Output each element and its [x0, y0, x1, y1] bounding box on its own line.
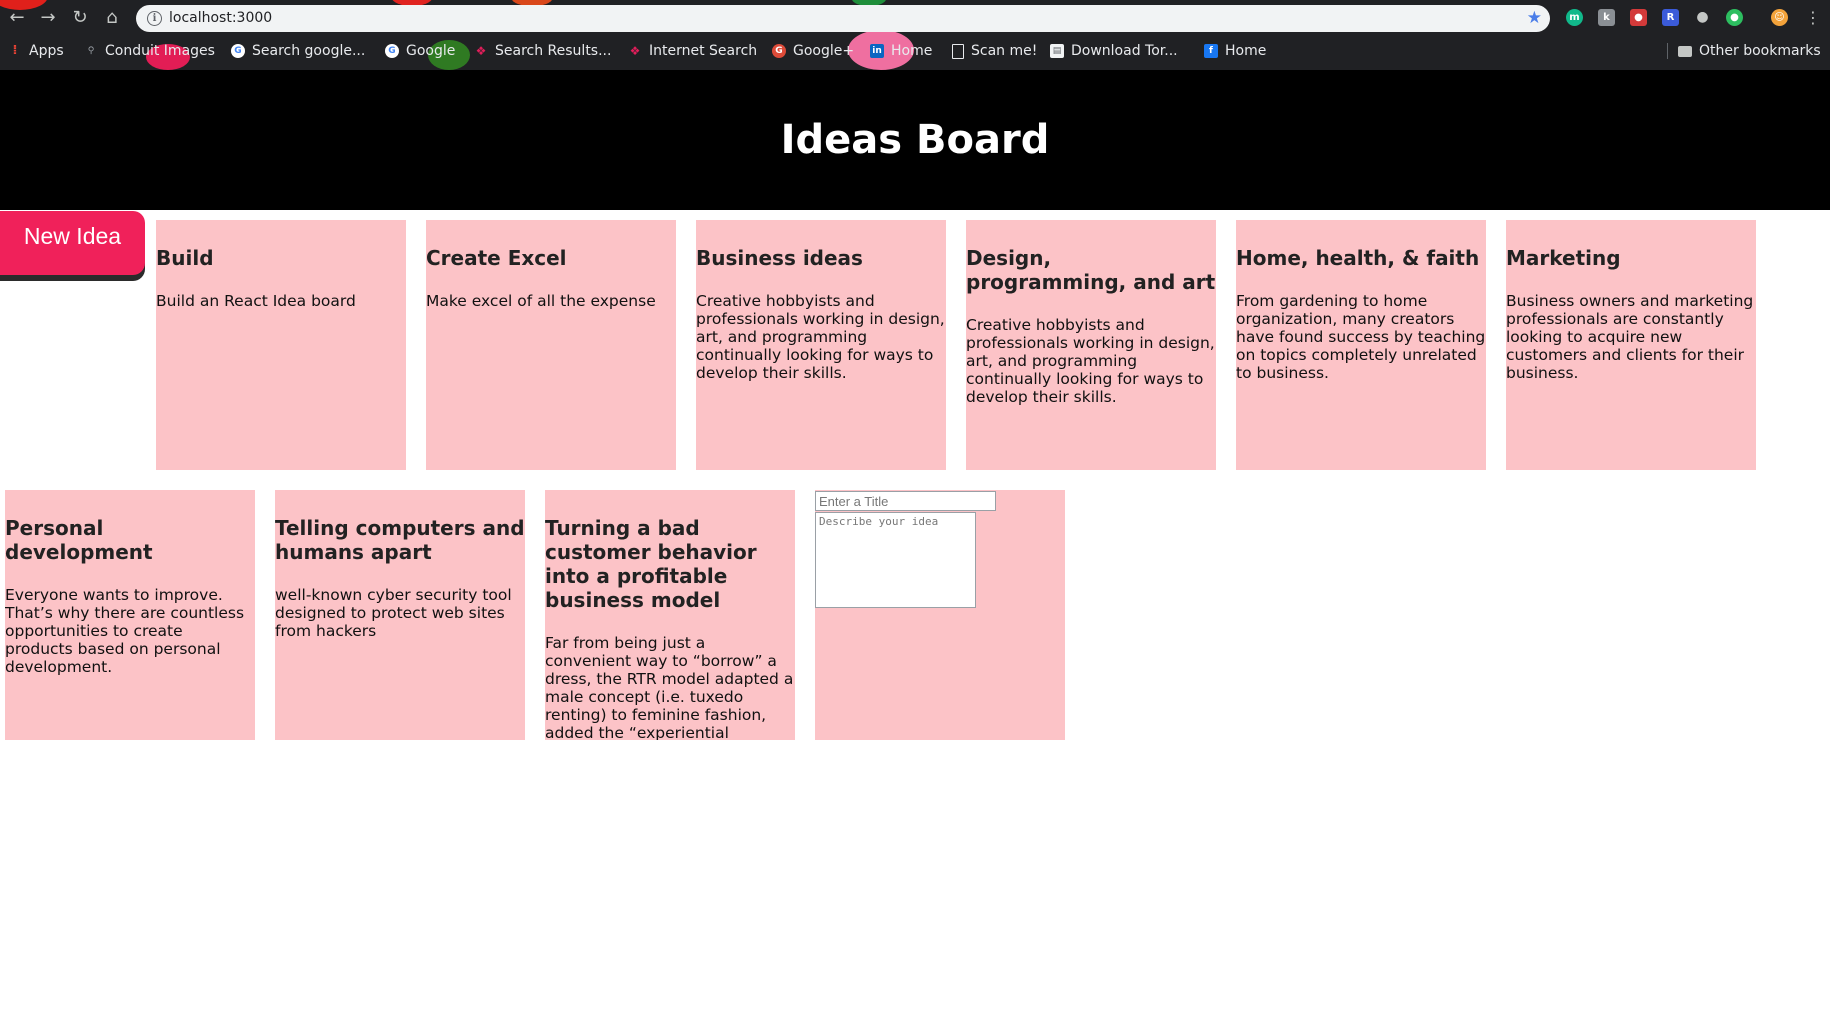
facebook-icon: f	[1204, 44, 1218, 58]
idea-title[interactable]: Turning a bad customer behavior into a p…	[545, 516, 795, 612]
bookmark-star-icon[interactable]: ★	[1527, 5, 1542, 32]
bookmark-facebook-home[interactable]: f Home	[1204, 37, 1266, 65]
bookmark-divider	[1667, 43, 1668, 59]
bookmark-apps[interactable]: ⁞ Apps	[8, 37, 64, 65]
evernote-icon[interactable]: ●	[1726, 9, 1743, 26]
bookmark-google[interactable]: G Google	[385, 37, 455, 65]
reload-icon[interactable]: ↻	[67, 4, 93, 32]
idea-body[interactable]: Creative hobbyists and professionals wor…	[966, 316, 1216, 406]
slack-icon: ❖	[475, 44, 487, 58]
bookmark-linkedin-home[interactable]: in Home	[870, 37, 932, 65]
address-url[interactable]: localhost:3000	[169, 5, 272, 32]
idea-tile[interactable]: Home, health, & faith From gardening to …	[1236, 220, 1486, 470]
bookmark-internet-search[interactable]: ❖ Internet Search	[628, 37, 758, 65]
bookmark-label: Search Results...	[495, 43, 612, 59]
idea-title[interactable]: Personal development	[5, 516, 255, 564]
idea-tile[interactable]: Design, programming, and art Creative ho…	[966, 220, 1216, 470]
extension-m-icon[interactable]: m	[1566, 9, 1583, 26]
extension-pink-icon[interactable]: ●	[1630, 9, 1647, 26]
bookmark-other-bookmarks[interactable]: Other bookmarks	[1667, 37, 1821, 65]
page-icon	[952, 43, 964, 59]
forward-arrow-icon[interactable]: →	[35, 4, 61, 32]
idea-tile[interactable]: Create Excel Make excel of all the expen…	[426, 220, 676, 470]
bookmark-label: Google+	[793, 43, 855, 59]
slack-icon: ❖	[629, 44, 641, 58]
idea-tile[interactable]: Marketing Business owners and marketing …	[1506, 220, 1756, 470]
idea-body[interactable]: Business owners and marketing profession…	[1506, 292, 1756, 382]
idea-body[interactable]: Everyone wants to improve. That’s why th…	[5, 586, 255, 676]
browser-toolbar: ← → ↻ ⌂ i localhost:3000 ★ m k ● R ● ● ☺…	[0, 0, 1830, 37]
bookmark-google-plus[interactable]: G Google+	[772, 37, 854, 65]
idea-title[interactable]: Build	[156, 246, 406, 270]
profile-avatar-icon[interactable]: ☺	[1771, 9, 1788, 26]
extension-r-icon[interactable]: R	[1662, 9, 1679, 26]
idea-tile[interactable]: Turning a bad customer behavior into a p…	[545, 490, 795, 740]
bookmark-scan-me[interactable]: Scan me!	[952, 37, 1037, 65]
idea-title[interactable]: Business ideas	[696, 246, 946, 270]
home-icon[interactable]: ⌂	[99, 4, 125, 32]
bookmark-search-results[interactable]: ❖ Search Results...	[474, 37, 612, 65]
bookmark-label: Download Tor...	[1071, 43, 1178, 59]
tor-icon: ▤	[1050, 44, 1064, 58]
app-header: Ideas Board	[0, 70, 1830, 210]
apps-grid-icon: ⁞	[12, 43, 18, 58]
extension-k-icon[interactable]: k	[1598, 9, 1615, 26]
bookmark-conduit-images[interactable]: ⚲ Conduit Images	[84, 37, 215, 65]
idea-body[interactable]: Build an React Idea board	[156, 292, 406, 310]
idea-body[interactable]: Make excel of all the expense	[426, 292, 676, 310]
title-input[interactable]	[815, 491, 996, 511]
idea-body[interactable]: From gardening to home organization, man…	[1236, 292, 1486, 382]
extension-bulb-icon[interactable]: ●	[1694, 9, 1711, 26]
bookmark-label: Search google...	[252, 43, 366, 59]
bookmark-download-tor[interactable]: ▤ Download Tor...	[1050, 37, 1178, 65]
bookmark-label: Home	[1225, 43, 1267, 59]
info-icon[interactable]: i	[147, 11, 162, 26]
bookmark-label: Google	[406, 43, 456, 59]
description-textarea[interactable]	[815, 512, 976, 608]
browser-chrome: ← → ↻ ⌂ i localhost:3000 ★ m k ● R ● ● ☺…	[0, 0, 1830, 70]
bookmark-label: Internet Search	[649, 43, 758, 59]
back-arrow-icon[interactable]: ←	[4, 4, 30, 32]
menu-kebab-icon[interactable]: ⋮	[1800, 4, 1826, 32]
page-title: Ideas Board	[780, 117, 1050, 163]
idea-body[interactable]: Creative hobbyists and professionals wor…	[696, 292, 946, 382]
idea-tile[interactable]: Personal development Everyone wants to i…	[5, 490, 255, 740]
idea-tile[interactable]: Telling computers and humans apart well-…	[275, 490, 525, 740]
folder-icon	[1678, 45, 1692, 57]
linkedin-icon: in	[870, 44, 884, 58]
bookmark-label: Apps	[29, 43, 64, 59]
idea-tile[interactable]: Build Build an React Idea board	[156, 220, 406, 470]
bookmark-label: Scan me!	[971, 43, 1038, 59]
bookmarks-bar: ⁞ Apps ⚲ Conduit Images G Search google.…	[0, 37, 1830, 70]
bookmark-label: Conduit Images	[105, 43, 215, 59]
google-plus-icon: G	[772, 44, 786, 58]
google-icon: G	[385, 44, 399, 58]
bookmark-label: Other bookmarks	[1699, 43, 1821, 59]
idea-title[interactable]: Telling computers and humans apart	[275, 516, 525, 564]
idea-title[interactable]: Design, programming, and art	[966, 246, 1216, 294]
bookmark-search-google[interactable]: G Search google...	[231, 37, 365, 65]
new-idea-button[interactable]: New Idea	[0, 211, 145, 275]
idea-tile[interactable]: Business ideas Creative hobbyists and pr…	[696, 220, 946, 470]
idea-body[interactable]: Far from being just a convenient way to …	[545, 634, 795, 740]
bookmark-label: Home	[891, 43, 933, 59]
idea-title[interactable]: Home, health, & faith	[1236, 246, 1486, 270]
idea-title[interactable]: Marketing	[1506, 246, 1756, 270]
idea-title[interactable]: Create Excel	[426, 246, 676, 270]
address-bar[interactable]: i localhost:3000 ★	[136, 5, 1550, 32]
idea-body[interactable]: well-known cyber security tool designed …	[275, 586, 525, 640]
google-icon: G	[231, 44, 245, 58]
search-icon: ⚲	[87, 46, 95, 56]
new-idea-editor	[815, 490, 1065, 740]
